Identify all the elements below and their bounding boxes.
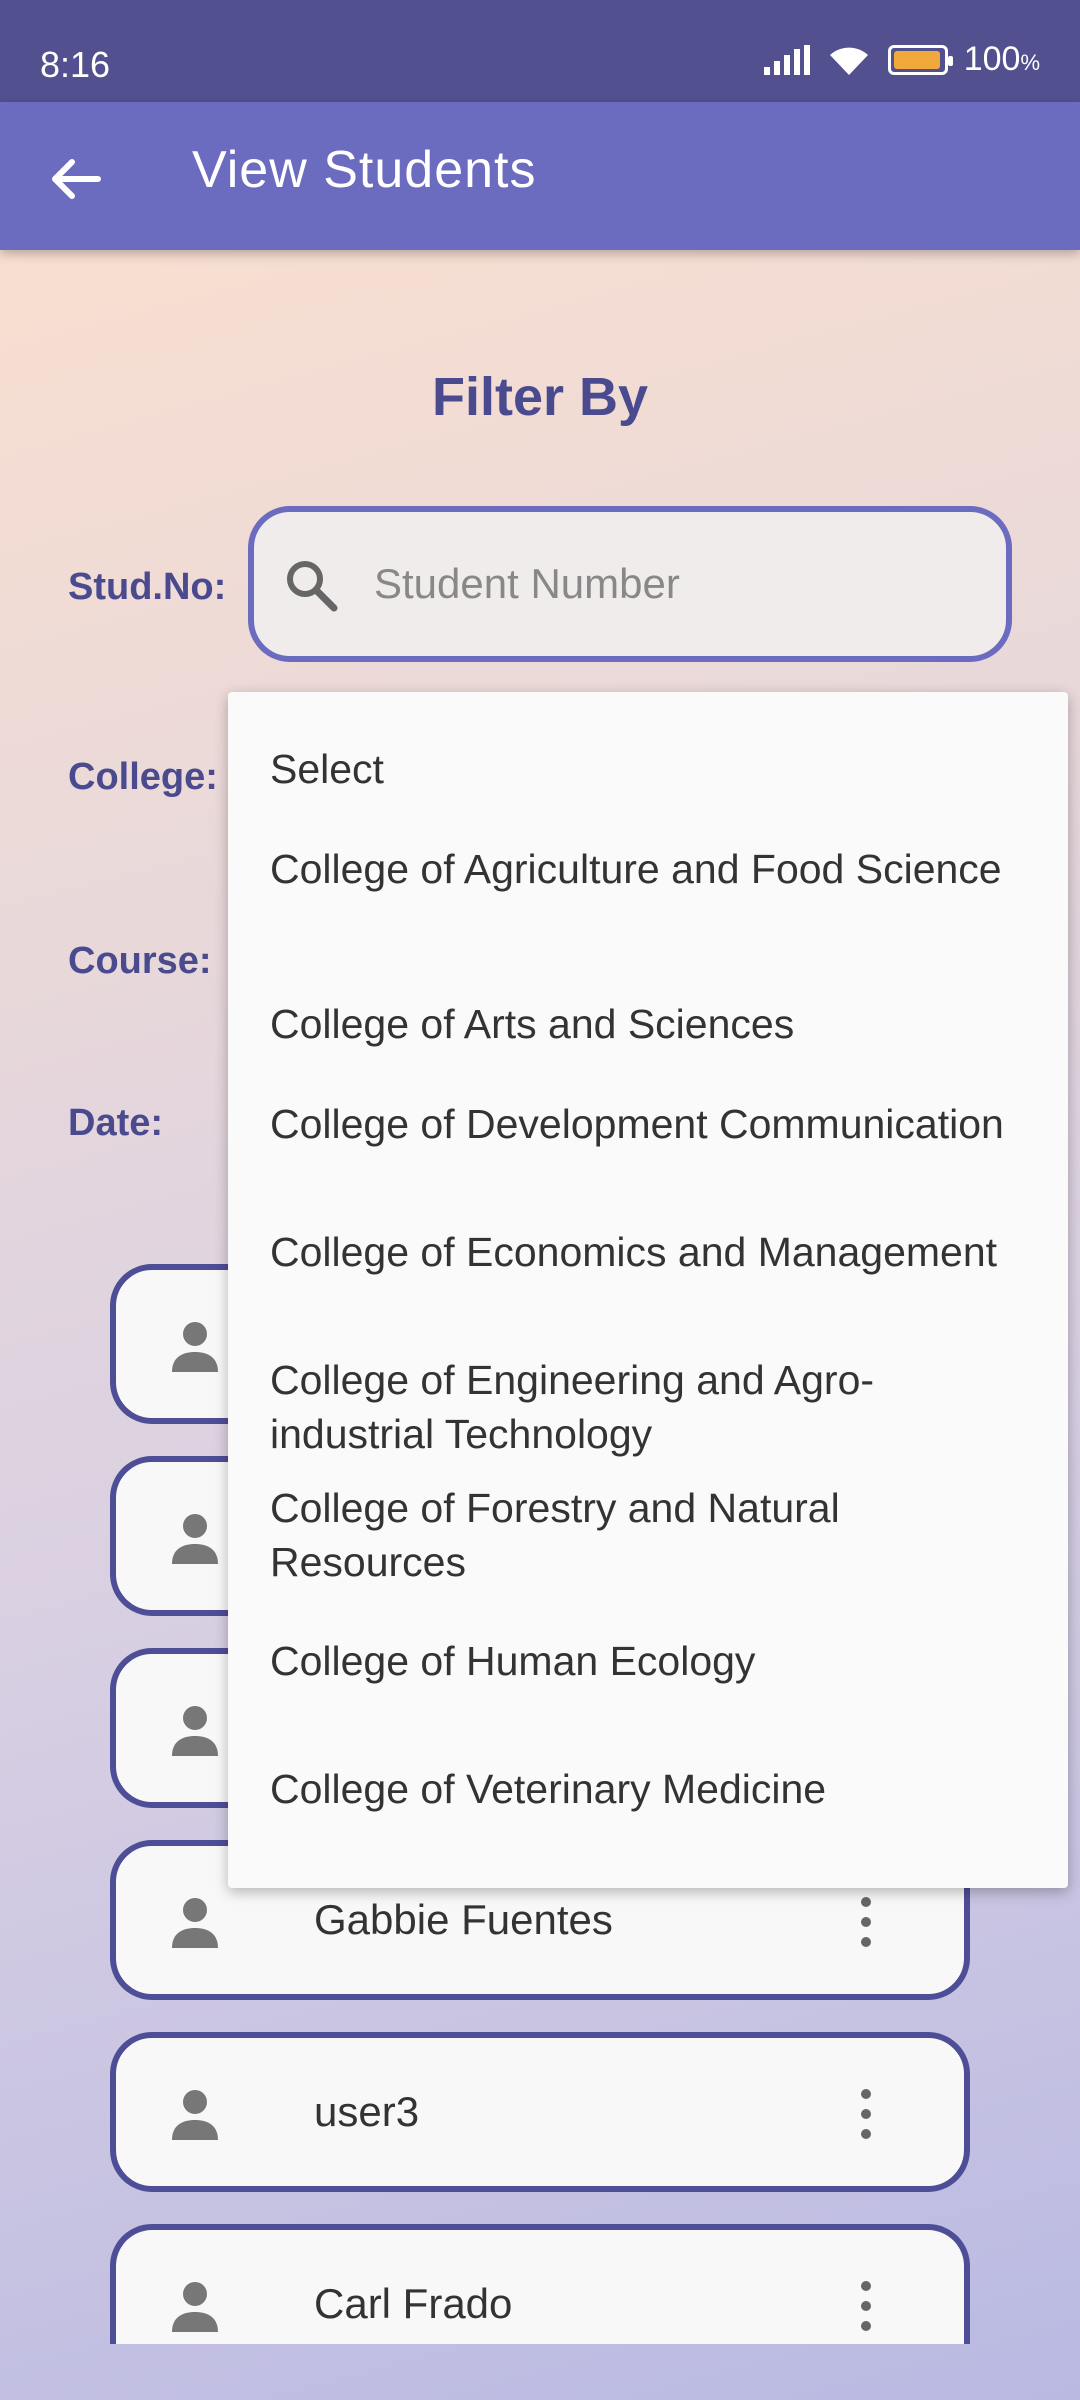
student-card[interactable]: Carl Frado — [110, 2224, 970, 2344]
person-icon — [172, 1514, 218, 1564]
battery-percent-sign: % — [1020, 50, 1040, 75]
person-icon — [172, 1322, 218, 1372]
person-icon — [172, 1898, 218, 1948]
battery-percent: 100% — [964, 40, 1040, 79]
student-name: Carl Frado — [314, 2280, 513, 2327]
student-number-search[interactable] — [248, 506, 1012, 662]
dropdown-option[interactable]: College of Human Ecology — [270, 1634, 1030, 1688]
dropdown-option[interactable]: College of Development Communication — [270, 1097, 1030, 1151]
signal-icon — [763, 44, 810, 75]
dropdown-option[interactable]: College of Forestry and Natural Resource… — [270, 1481, 1030, 1589]
battery-fill — [893, 50, 940, 69]
app-bar: View Students — [0, 102, 1080, 250]
back-arrow-icon[interactable] — [40, 144, 110, 214]
person-icon — [172, 1706, 218, 1756]
person-icon — [172, 2282, 218, 2332]
student-name: Gabbie Fuentes — [314, 1896, 613, 1943]
dropdown-option[interactable]: Select — [270, 742, 1030, 796]
college-label: College: — [68, 756, 218, 798]
student-card[interactable]: user3 — [110, 2032, 970, 2192]
filter-title: Filter By — [431, 367, 649, 427]
page-title: View Students — [192, 141, 537, 199]
more-vert-icon[interactable] — [856, 2278, 876, 2334]
college-dropdown-menu[interactable]: Select College of Agriculture and Food S… — [228, 692, 1068, 1888]
dropdown-option[interactable]: College of Engineering and Agro-industri… — [270, 1353, 1030, 1461]
battery-icon — [887, 44, 953, 75]
stud-no-label: Stud.No: — [68, 566, 227, 608]
student-name: user3 — [314, 2088, 420, 2135]
battery-percent-value: 100 — [963, 40, 1021, 78]
dropdown-option[interactable]: College of Veterinary Medicine — [270, 1762, 1030, 1816]
course-label: Course: — [68, 940, 212, 982]
wifi-icon — [829, 47, 868, 75]
status-bar: 8:16 100% — [0, 0, 1080, 102]
status-time: 8:16 — [40, 44, 111, 85]
date-label: Date: — [68, 1102, 164, 1144]
search-icon — [287, 561, 338, 612]
dropdown-option[interactable]: College of Arts and Sciences — [270, 997, 1030, 1051]
dropdown-option[interactable]: College of Agriculture and Food Science — [270, 842, 1030, 896]
student-number-input[interactable] — [374, 542, 974, 626]
more-vert-icon[interactable] — [856, 1894, 876, 1950]
person-icon — [172, 2090, 218, 2140]
status-icons: 100% — [763, 40, 1040, 79]
dropdown-option[interactable]: College of Economics and Management — [270, 1225, 1030, 1279]
more-vert-icon[interactable] — [856, 2086, 876, 2142]
